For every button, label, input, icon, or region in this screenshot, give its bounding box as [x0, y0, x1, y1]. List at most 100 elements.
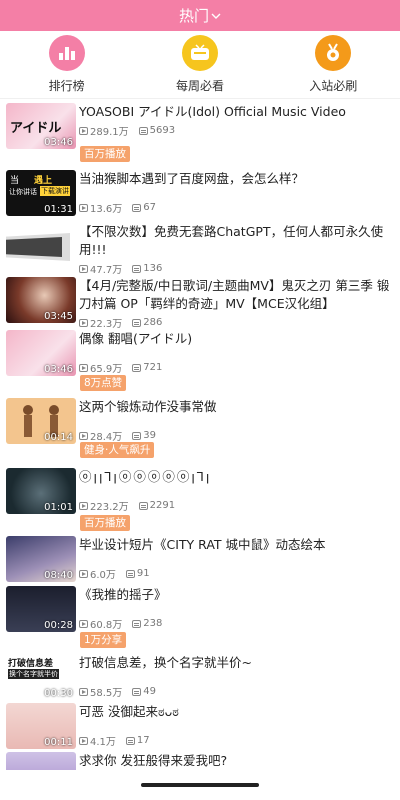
video-badge: 健身·人气飙升 — [80, 442, 155, 458]
danmaku-count: 136 — [143, 263, 163, 274]
video-title[interactable]: 求求你 发狂般得来爱我吧? — [79, 752, 394, 770]
video-badge: 百万播放 — [80, 146, 130, 162]
danmaku-icon — [138, 501, 148, 510]
danmaku-count: 5693 — [149, 125, 176, 136]
home-indicator[interactable] — [141, 783, 259, 787]
danmaku-count: 238 — [143, 618, 163, 629]
danmaku-icon — [138, 126, 148, 135]
video-title[interactable]: 【4月/完整版/中日歌词/主题曲MV】鬼灭之刃 第三季 锻刀村篇 OP「羁绊的奇… — [79, 277, 394, 313]
video-title[interactable]: 可恶 没御起来ಠᴗಠ — [79, 703, 394, 721]
play-count-icon — [79, 736, 88, 745]
danmaku-icon — [132, 431, 142, 440]
video-title[interactable]: 《我推的摇子》 — [79, 586, 394, 604]
ranking-icon — [48, 35, 85, 71]
gesture-bar — [0, 770, 400, 800]
video-thumbnail[interactable]: 03:45 — [6, 277, 76, 323]
play-count-icon — [79, 687, 88, 696]
play-count-icon — [79, 203, 88, 212]
video-thumbnail[interactable]: 00:28 — [6, 586, 76, 632]
video-item[interactable]: 08:40 毕业设计短片《CITY RAT 城中鼠》动态绘本 6.0万 91 — [6, 536, 394, 586]
danmaku-count: 39 — [143, 430, 156, 441]
thumb-text: 换个名字就半价 — [8, 669, 59, 679]
video-badge: 百万播放 — [80, 515, 130, 531]
play-count-icon — [79, 569, 88, 578]
video-item[interactable]: アイドル 03:46 YOASOBI アイドル(Idol) Official M… — [6, 99, 394, 170]
danmaku-count: 17 — [136, 735, 150, 746]
video-thumbnail[interactable]: 08:40 — [6, 536, 76, 582]
danmaku-icon — [132, 687, 142, 696]
thumb-text: 当 — [10, 176, 20, 186]
video-title[interactable]: 当油猴脚本遇到了百度网盘，会怎么样？ — [79, 170, 394, 188]
must-watch-label: 入站必刷 — [309, 79, 358, 93]
video-thumbnail[interactable]: アイドル 03:46 — [6, 103, 76, 149]
video-thumbnail[interactable]: 打破信息差 换个名字就半价 00:30 — [6, 654, 76, 700]
thumbnail-shape — [6, 233, 70, 261]
video-title[interactable]: 这两个锻炼动作没事常做 — [79, 398, 394, 416]
video-thumbnail[interactable]: 00:14 — [6, 398, 76, 444]
video-thumbnail[interactable]: 当 遇上 让你讲话 下载演讲 01:31 — [6, 170, 76, 216]
video-item[interactable]: 03:46 偶像 翻唱(アイドル) 65.9万 721 8万点赞 — [6, 328, 394, 398]
video-duration: 03:46 — [44, 364, 73, 375]
video-duration: 01:31 — [44, 204, 73, 215]
danmaku-icon — [132, 203, 142, 212]
top-bar: 热门 — [0, 0, 400, 31]
danmaku-icon — [132, 318, 142, 327]
video-item[interactable]: 00:14 这两个锻炼动作没事常做 28.4万 39 健身·人气飙升 — [6, 398, 394, 468]
video-thumbnail[interactable]: 03:46 — [6, 330, 76, 376]
thumb-text: 下载演讲 — [40, 186, 70, 196]
video-duration: 03:45 — [44, 311, 73, 322]
danmaku-icon — [125, 569, 135, 578]
danmaku-count: 721 — [143, 362, 163, 373]
video-item[interactable]: 当 遇上 让你讲话 下载演讲 01:31 当油猴脚本遇到了百度网盘，会怎么样？ … — [6, 170, 394, 221]
play-count-icon — [79, 363, 88, 372]
video-item[interactable]: 03:45 【4月/完整版/中日歌词/主题曲MV】鬼灭之刃 第三季 锻刀村篇 O… — [6, 274, 394, 330]
video-title[interactable]: 打破信息差，换个名字就半价~ — [79, 654, 394, 672]
danmaku-count: 49 — [143, 686, 156, 697]
video-title[interactable]: ⓞꞁꞁꞀꞁⓞⓞⓞⓞⓞꞁꞀꞁ — [79, 468, 394, 486]
weekly-tv-icon — [181, 35, 218, 71]
ranking-label: 排行榜 — [48, 79, 85, 93]
video-duration: 00:11 — [44, 737, 73, 748]
medal-icon — [315, 35, 352, 71]
video-duration: 00:28 — [44, 620, 73, 631]
ranking-link[interactable]: 排行榜 — [12, 35, 122, 94]
play-count-icon — [79, 126, 88, 135]
thumb-text: 打破信息差 — [8, 659, 54, 669]
video-title[interactable]: 【不限次数】免费无套路ChatGPT，任何人都可永久使用!!! — [79, 223, 394, 259]
play-count-icon — [79, 619, 88, 628]
thumb-text: 让你讲话 — [9, 188, 37, 196]
video-title[interactable]: 偶像 翻唱(アイドル) — [79, 330, 394, 348]
weekly-label: 每周必看 — [175, 79, 224, 93]
danmaku-count: 67 — [143, 202, 156, 213]
video-thumbnail[interactable] — [6, 223, 76, 269]
danmaku-icon — [132, 363, 142, 372]
view-count: 223.2万 — [90, 502, 129, 513]
video-thumbnail[interactable]: 00:11 — [6, 703, 76, 749]
video-title[interactable]: YOASOBI アイドル(Idol) Official Music Video — [79, 103, 394, 121]
danmaku-count: 2291 — [149, 500, 176, 511]
danmaku-icon — [125, 736, 135, 745]
video-duration: 03:46 — [44, 137, 73, 148]
video-item[interactable]: 打破信息差 换个名字就半价 00:30 打破信息差，换个名字就半价~ 58.5万… — [6, 654, 394, 703]
quick-links: 排行榜 每周必看 入站必刷 — [0, 31, 400, 99]
must-watch-link[interactable]: 入站必刷 — [278, 35, 388, 94]
video-badge: 8万点赞 — [80, 375, 127, 391]
page-title[interactable]: 热门 — [179, 5, 209, 26]
video-item[interactable]: 01:01 ⓞꞁꞁꞀꞁⓞⓞⓞⓞⓞꞁꞀꞁ 223.2万 2291 百万播放 — [6, 468, 394, 536]
video-item[interactable]: 【不限次数】免费无套路ChatGPT，任何人都可永久使用!!! 47.7万 13… — [6, 221, 394, 276]
view-count: 60.8万 — [90, 620, 123, 631]
video-duration: 01:01 — [44, 502, 73, 513]
view-count: 289.1万 — [90, 127, 129, 138]
play-count-icon — [79, 318, 88, 327]
video-item[interactable]: 00:11 可恶 没御起来ಠᴗಠ 4.1万 17 — [6, 703, 394, 752]
video-duration: 00:14 — [44, 432, 73, 443]
danmaku-icon — [132, 264, 142, 273]
video-thumbnail[interactable]: 01:01 — [6, 468, 76, 514]
video-list: アイドル 03:46 YOASOBI アイドル(Idol) Official M… — [0, 99, 400, 798]
chevron-down-icon[interactable] — [211, 10, 221, 23]
danmaku-icon — [132, 619, 142, 628]
view-count: 6.0万 — [90, 570, 116, 581]
weekly-link[interactable]: 每周必看 — [145, 35, 255, 94]
video-item[interactable]: 00:28 《我推的摇子》 60.8万 238 1万分享 — [6, 586, 394, 654]
video-title[interactable]: 毕业设计短片《CITY RAT 城中鼠》动态绘本 — [79, 536, 394, 554]
